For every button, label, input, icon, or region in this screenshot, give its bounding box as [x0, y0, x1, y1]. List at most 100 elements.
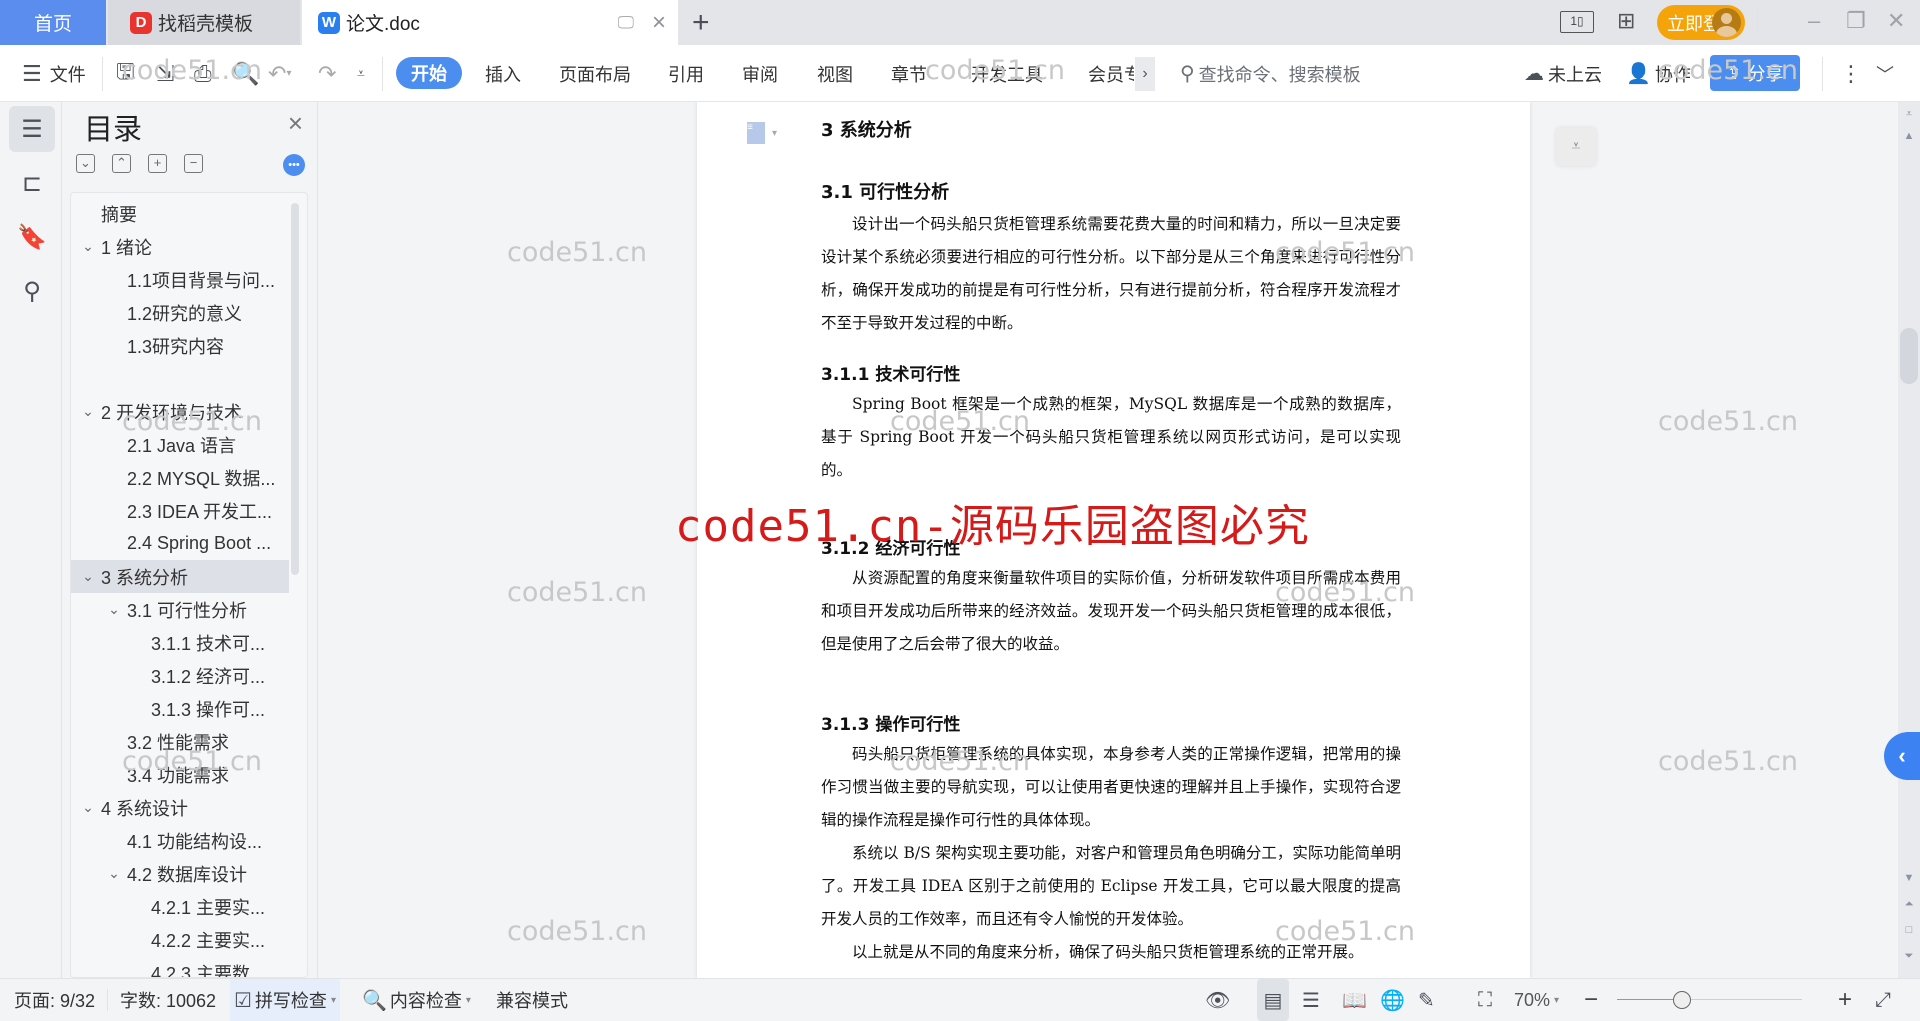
page-view-icon[interactable]: ▤: [1257, 979, 1289, 1021]
fullscreen-icon[interactable]: ⤢: [1875, 979, 1891, 1021]
ribbon-tab-review[interactable]: 审阅: [742, 45, 778, 102]
ribbon-tab-chapter[interactable]: 章节: [891, 45, 927, 102]
scroll-up-icon[interactable]: ▲: [1898, 130, 1920, 142]
outline-view-icon[interactable]: ☰: [1302, 979, 1320, 1021]
toc-item[interactable]: 4.2.2 主要实...: [71, 923, 289, 956]
toc-item[interactable]: 4.2.1 主要实...: [71, 890, 289, 923]
toc-item[interactable]: 2.3 IDEA 开发工...: [71, 494, 289, 527]
ribbon-tab-page-layout[interactable]: 页面布局: [559, 45, 631, 102]
prev-page-icon[interactable]: ⏶: [1898, 898, 1920, 911]
quick-access-dropdown-icon[interactable]: ⩡: [357, 45, 365, 102]
toc-item[interactable]: 4.2.3 主要数...: [71, 956, 289, 978]
next-page-icon[interactable]: ⏷: [1898, 950, 1920, 963]
toc-item[interactable]: 3.4 功能需求: [71, 758, 289, 791]
toc-item[interactable]: 3.2 性能需求: [71, 725, 289, 758]
bookmark-icon[interactable]: 🔖: [9, 214, 55, 260]
toc-item[interactable]: 1.1项目背景与问...: [71, 263, 289, 296]
scrollbar-thumb[interactable]: [1900, 328, 1918, 384]
print-icon[interactable]: ⎙: [194, 45, 212, 102]
close-toc-icon[interactable]: ×: [288, 108, 303, 139]
toc-item[interactable]: ⌄ 3.1 可行性分析: [71, 593, 289, 626]
toc-item[interactable]: ⌄ 1 绪论: [71, 230, 289, 263]
fit-page-icon[interactable]: ⛶: [1478, 979, 1492, 1021]
toc-item[interactable]: 2.1 Java 语言: [71, 428, 289, 461]
eye-protection-icon[interactable]: 👁: [1205, 979, 1230, 1021]
page-indicator[interactable]: 页面: 9/32: [14, 979, 95, 1021]
zoom-slider-handle[interactable]: [1673, 991, 1691, 1009]
collaborate-button[interactable]: 👤 协作: [1626, 45, 1691, 102]
paragraph-menu-chevron-icon[interactable]: ▾: [772, 128, 777, 139]
restore-button[interactable]: ❐: [1846, 8, 1866, 34]
scroll-down-icon[interactable]: ▼: [1898, 872, 1920, 884]
select-browse-object-icon[interactable]: □: [1898, 924, 1920, 936]
vertical-scrollbar[interactable]: ⩡ ▲ ▼ ⏶ □ ⏷: [1898, 102, 1920, 978]
toc-item[interactable]: 3.1.1 技术可...: [71, 626, 289, 659]
toc-item[interactable]: 2.2 MYSQL 数据...: [71, 461, 289, 494]
toc-item[interactable]: 1.2研究的意义: [71, 296, 289, 329]
apps-grid-icon[interactable]: ⊞: [1617, 8, 1635, 34]
chevron-down-icon[interactable]: ⌄: [79, 238, 97, 255]
filter-icon[interactable]: ⩡: [1556, 128, 1596, 166]
close-window-button[interactable]: ✕: [1887, 8, 1905, 34]
page-view-icon[interactable]: 1▯: [1560, 11, 1594, 33]
scroll-top-icon[interactable]: ⩡: [1898, 108, 1920, 121]
print-preview-icon[interactable]: 🔍: [232, 45, 259, 102]
toc-item[interactable]: ⌄ 4 系统设计: [71, 791, 289, 824]
reading-view-icon[interactable]: 📖: [1342, 979, 1367, 1021]
new-tab-button[interactable]: +: [692, 6, 710, 40]
export-icon[interactable]: ⇲: [156, 45, 174, 102]
cloud-status-button[interactable]: ☁ 未上云: [1524, 45, 1602, 102]
minimize-button[interactable]: –: [1808, 8, 1820, 34]
file-menu-button[interactable]: ☰ 文件: [22, 45, 86, 102]
chevron-down-icon[interactable]: ⌄: [79, 799, 97, 816]
save-icon[interactable]: 🖫: [116, 45, 135, 102]
toc-item[interactable]: ⌄ 4.2 数据库设计: [71, 857, 289, 890]
toc-item[interactable]: 3.1.2 经济可...: [71, 659, 289, 692]
toc-item[interactable]: [71, 362, 289, 395]
collapse-all-icon[interactable]: −: [184, 154, 203, 173]
redo-icon[interactable]: ↷: [318, 45, 336, 102]
chevron-down-icon[interactable]: ⌄: [79, 403, 97, 420]
expand-all-icon[interactable]: +: [148, 154, 167, 173]
tab-document[interactable]: W 论文.doc 🖵 ×: [302, 0, 678, 45]
word-count[interactable]: 字数: 10062: [120, 979, 216, 1021]
toc-item[interactable]: ⌄ 2 开发环境与技术: [71, 395, 289, 428]
close-tab-icon[interactable]: ×: [652, 9, 666, 37]
chevron-down-icon[interactable]: ⌄: [79, 568, 97, 585]
pin-window-icon[interactable]: 🖵: [618, 13, 634, 33]
toc-scrollbar[interactable]: [291, 203, 299, 575]
command-search[interactable]: ⚲ 查找命令、搜索模板: [1180, 45, 1361, 102]
ai-assist-icon[interactable]: •••: [283, 154, 305, 176]
toc-item[interactable]: 3.1.3 操作可...: [71, 692, 289, 725]
ribbon-tab-developer[interactable]: 开发工具: [971, 45, 1043, 102]
spell-check-button[interactable]: ☑ 拼写检查 ▾: [230, 979, 340, 1021]
zoom-out-button[interactable]: −: [1584, 979, 1598, 1021]
find-icon[interactable]: ⚲: [9, 268, 55, 314]
write-view-icon[interactable]: ✎: [1418, 979, 1435, 1021]
web-view-icon[interactable]: 🌐: [1380, 979, 1405, 1021]
more-tabs-button[interactable]: ›: [1135, 57, 1155, 91]
ribbon-tab-member[interactable]: 会员专: [1088, 45, 1134, 102]
ribbon-tab-view[interactable]: 视图: [817, 45, 853, 102]
chevron-down-icon[interactable]: ⌄: [105, 865, 123, 882]
expand-down-icon[interactable]: ⌄: [76, 154, 95, 173]
toc-item[interactable]: 4.1 功能结构设...: [71, 824, 289, 857]
zoom-in-button[interactable]: +: [1838, 979, 1852, 1021]
zoom-dropdown[interactable]: 70% ▾: [1514, 979, 1559, 1021]
more-options-icon[interactable]: ⋮: [1840, 45, 1862, 102]
toc-item[interactable]: ⌄ 3 系统分析: [71, 560, 289, 593]
ribbon-tab-references[interactable]: 引用: [668, 45, 704, 102]
toc-item[interactable]: 2.4 Spring Boot ...: [71, 527, 289, 560]
content-check-button[interactable]: 🔍 内容检查 ▾: [362, 979, 471, 1021]
undo-icon[interactable]: ↶ ▾: [268, 45, 291, 102]
tab-home[interactable]: 首页: [0, 0, 106, 45]
collapse-ribbon-icon[interactable]: ﹀: [1876, 45, 1894, 102]
ribbon-tab-start[interactable]: 开始: [396, 57, 462, 89]
chapter-nav-icon[interactable]: ⊏: [9, 160, 55, 206]
tab-template[interactable]: D 找稻壳模板: [108, 0, 300, 45]
share-button[interactable]: ⇪ 分享: [1710, 55, 1800, 91]
login-button[interactable]: 立即登录: [1657, 5, 1745, 40]
toc-panel-icon[interactable]: ☰: [9, 106, 55, 152]
ribbon-tab-insert[interactable]: 插入: [485, 45, 521, 102]
toc-item[interactable]: 1.3研究内容: [71, 329, 289, 362]
